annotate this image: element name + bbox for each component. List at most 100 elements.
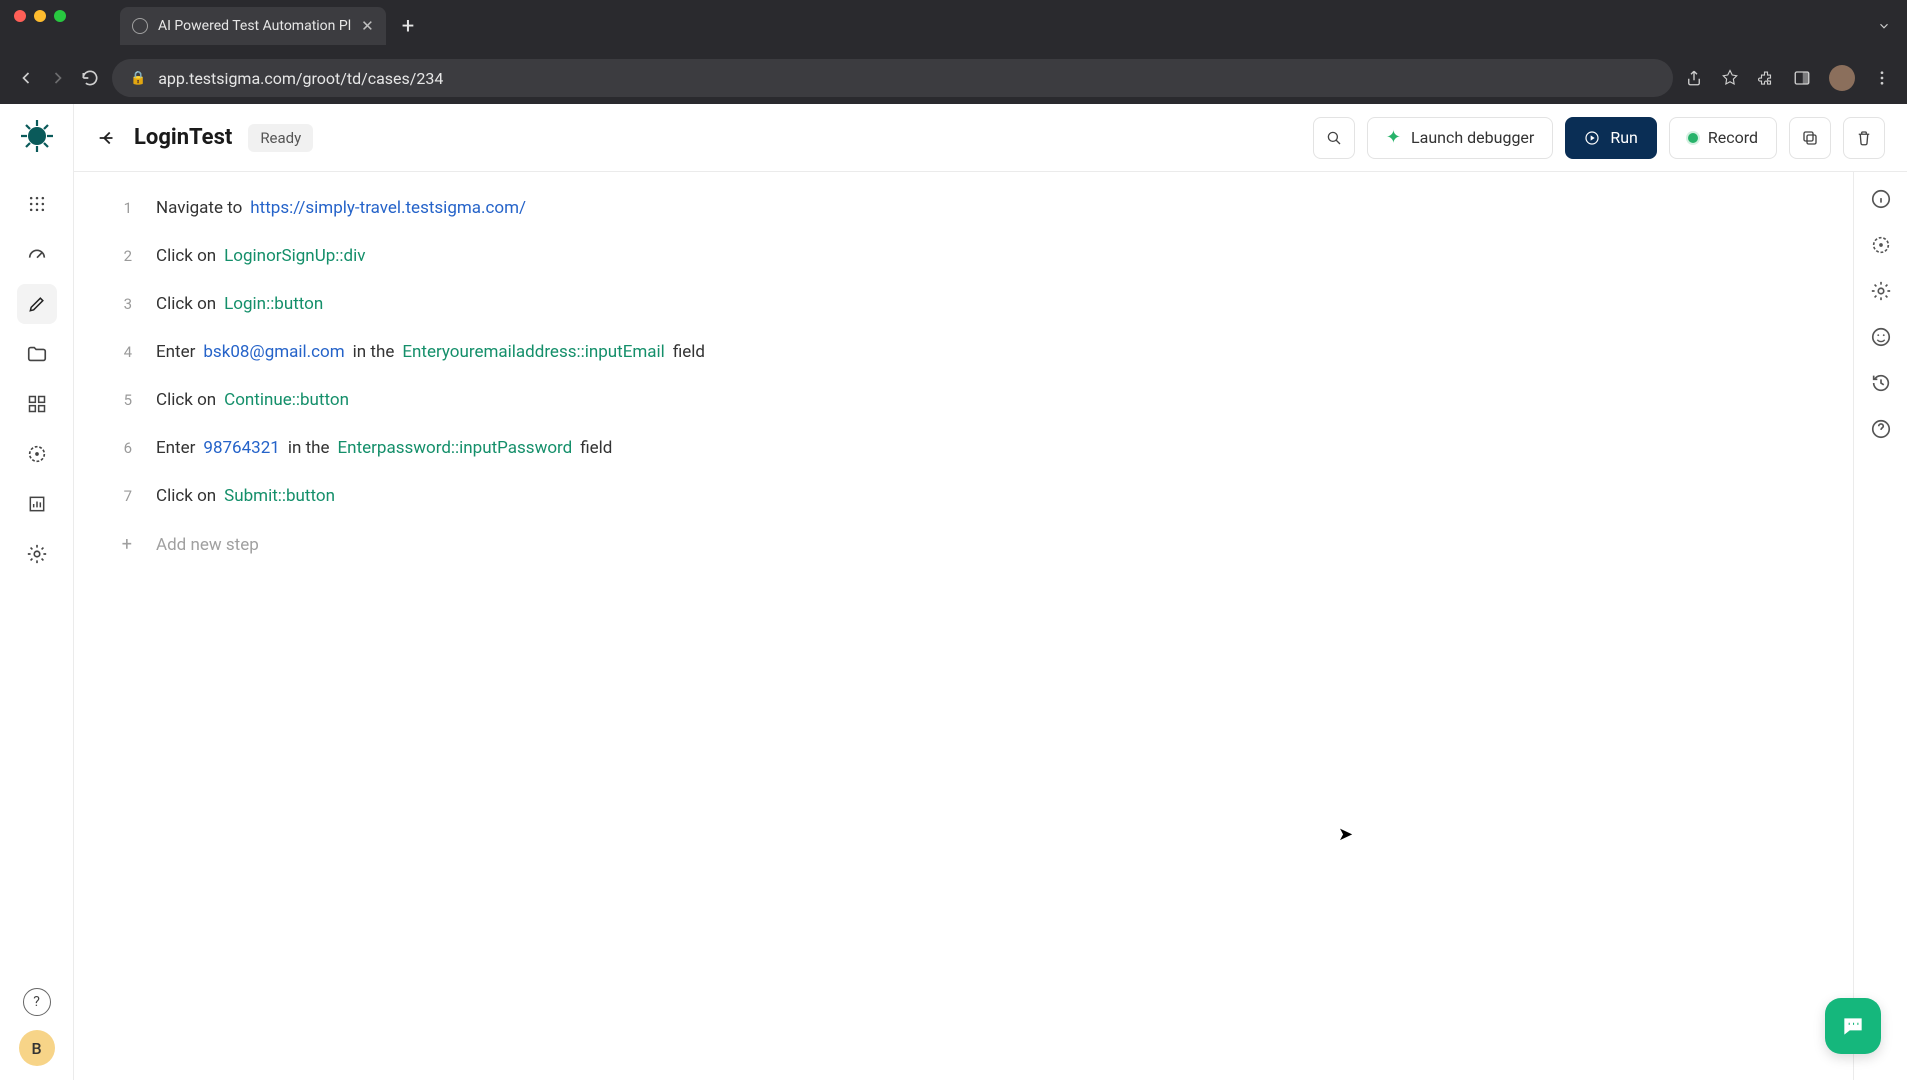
step-number: 4 (104, 343, 132, 361)
test-step-row[interactable]: 6 Enter 98764321 in the Enterpassword::input… (74, 424, 1853, 472)
step-number: 3 (104, 295, 132, 313)
test-step-row[interactable]: 3 Click on Login::button (74, 280, 1853, 328)
pencil-icon[interactable] (17, 284, 57, 324)
step-number: 6 (104, 439, 132, 457)
step-element-ref: Enterpassword::inputPassword (338, 438, 573, 458)
run-button[interactable]: Run (1565, 117, 1657, 159)
search-button[interactable] (1313, 117, 1355, 159)
step-plain-text: field (580, 438, 612, 458)
right-rail (1853, 172, 1907, 1080)
step-text: Click on Continue::button (156, 390, 349, 410)
step-number: 1 (104, 199, 132, 217)
target-right-icon[interactable] (1870, 234, 1892, 256)
topbar: LoginTest Ready ✦ Launch debugger Run Re… (74, 104, 1907, 172)
macos-window-controls (0, 0, 80, 32)
extensions-icon[interactable] (1757, 69, 1775, 87)
left-rail: ? B (0, 104, 74, 1080)
close-tab-icon[interactable]: ✕ (361, 17, 374, 35)
test-step-row[interactable]: 2 Click on LoginorSignUp::div (74, 232, 1853, 280)
play-icon (1584, 130, 1600, 146)
step-element-ref: Submit::button (224, 486, 335, 506)
back-arrow-icon[interactable] (96, 127, 118, 149)
target-icon[interactable] (17, 434, 57, 474)
step-number: 5 (104, 391, 132, 409)
chevron-down-icon[interactable] (1877, 19, 1891, 33)
close-window-icon[interactable] (14, 10, 26, 22)
tab-title: AI Powered Test Automation Pl (158, 18, 351, 34)
step-plain-text: Click on (156, 246, 216, 266)
sidepanel-icon[interactable] (1793, 69, 1811, 87)
help-right-icon[interactable] (1870, 418, 1892, 440)
step-plain-text: Navigate to (156, 198, 242, 218)
step-text: Click on LoginorSignUp::div (156, 246, 365, 266)
step-text: Enterbsk08@gmail.comin theEnteryouremail… (156, 342, 705, 362)
step-plain-text: in the (353, 342, 395, 362)
step-plain-text: Click on (156, 294, 216, 314)
gear-icon[interactable] (17, 534, 57, 574)
step-element-ref: Login::button (224, 294, 323, 314)
folder-icon[interactable] (17, 334, 57, 374)
avatar-letter: B (31, 1039, 41, 1058)
help-icon[interactable]: ? (23, 988, 51, 1016)
forward-icon[interactable] (48, 68, 68, 88)
product-logo-icon[interactable] (19, 118, 55, 154)
step-plain-text: Enter (156, 438, 195, 458)
step-element-ref: Enteryouremailaddress::inputEmail (402, 342, 664, 362)
test-step-row[interactable]: 7Click onSubmit::button (74, 472, 1853, 520)
url-text: app.testsigma.com/groot/td/cases/234 (158, 69, 443, 88)
step-element-ref: LoginorSignUp::div (224, 246, 365, 266)
browser-tab[interactable]: AI Powered Test Automation Pl ✕ (120, 7, 386, 45)
copy-button[interactable] (1789, 117, 1831, 159)
test-step-row[interactable]: 5 Click on Continue::button (74, 376, 1853, 424)
history-icon[interactable] (1870, 372, 1892, 394)
minimize-window-icon[interactable] (34, 10, 46, 22)
chat-fab[interactable] (1825, 998, 1881, 1054)
user-avatar[interactable]: B (19, 1030, 55, 1066)
status-badge: Ready (248, 124, 313, 152)
test-steps: 1 Navigate to https://simply-travel.testsi… (74, 172, 1853, 1080)
lock-icon: 🔒 (130, 71, 146, 86)
record-button[interactable]: Record (1669, 117, 1777, 159)
step-value-link: https://simply-travel.testsigma.com/ (250, 198, 526, 218)
plus-icon: + (104, 534, 132, 555)
info-icon[interactable] (1870, 188, 1892, 210)
back-icon[interactable] (16, 68, 36, 88)
step-plain-text: Click on (156, 486, 216, 506)
profile-avatar-icon[interactable] (1829, 65, 1855, 91)
add-step-button[interactable]: + Add new step (74, 520, 1853, 569)
step-number: 2 (104, 247, 132, 265)
page-title: LoginTest (134, 125, 232, 150)
step-plain-text: Click on (156, 390, 216, 410)
test-step-row[interactable]: 1 Navigate to https://simply-travel.testsi… (74, 184, 1853, 232)
share-icon[interactable] (1685, 69, 1703, 87)
url-bar[interactable]: 🔒 app.testsigma.com/groot/td/cases/234 (112, 59, 1673, 97)
step-text: Click on Submit::button (156, 486, 335, 506)
bar-chart-icon[interactable] (17, 484, 57, 524)
add-step-label: Add new step (156, 535, 259, 555)
dashboard-icon[interactable] (17, 184, 57, 224)
record-label: Record (1708, 128, 1758, 147)
launch-debugger-button[interactable]: ✦ Launch debugger (1367, 117, 1553, 159)
bookmark-star-icon[interactable] (1721, 69, 1739, 87)
maximize-window-icon[interactable] (54, 10, 66, 22)
step-value-link: bsk08@gmail.com (203, 342, 344, 362)
step-text: Navigate to https://simply-travel.testsig… (156, 198, 526, 218)
new-tab-button[interactable]: + (386, 14, 430, 39)
face-icon[interactable] (1870, 326, 1892, 348)
grid-icon[interactable] (17, 384, 57, 424)
step-element-ref: Continue::button (224, 390, 349, 410)
step-text: Enter 98764321 in the Enterpassword::inputP… (156, 438, 612, 458)
settings-right-icon[interactable] (1870, 280, 1892, 302)
delete-button[interactable] (1843, 117, 1885, 159)
reload-icon[interactable] (80, 68, 100, 88)
step-value-link: 98764321 (203, 438, 279, 458)
kebab-menu-icon[interactable] (1873, 69, 1891, 87)
record-dot-icon (1688, 133, 1698, 143)
chat-icon (1840, 1013, 1866, 1039)
launch-debugger-label: Launch debugger (1411, 128, 1534, 147)
step-plain-text: field (673, 342, 705, 362)
step-plain-text: in the (288, 438, 330, 458)
test-step-row[interactable]: 4Enterbsk08@gmail.comin theEnteryouremai… (74, 328, 1853, 376)
globe-icon (132, 18, 148, 34)
gauge-icon[interactable] (17, 234, 57, 274)
